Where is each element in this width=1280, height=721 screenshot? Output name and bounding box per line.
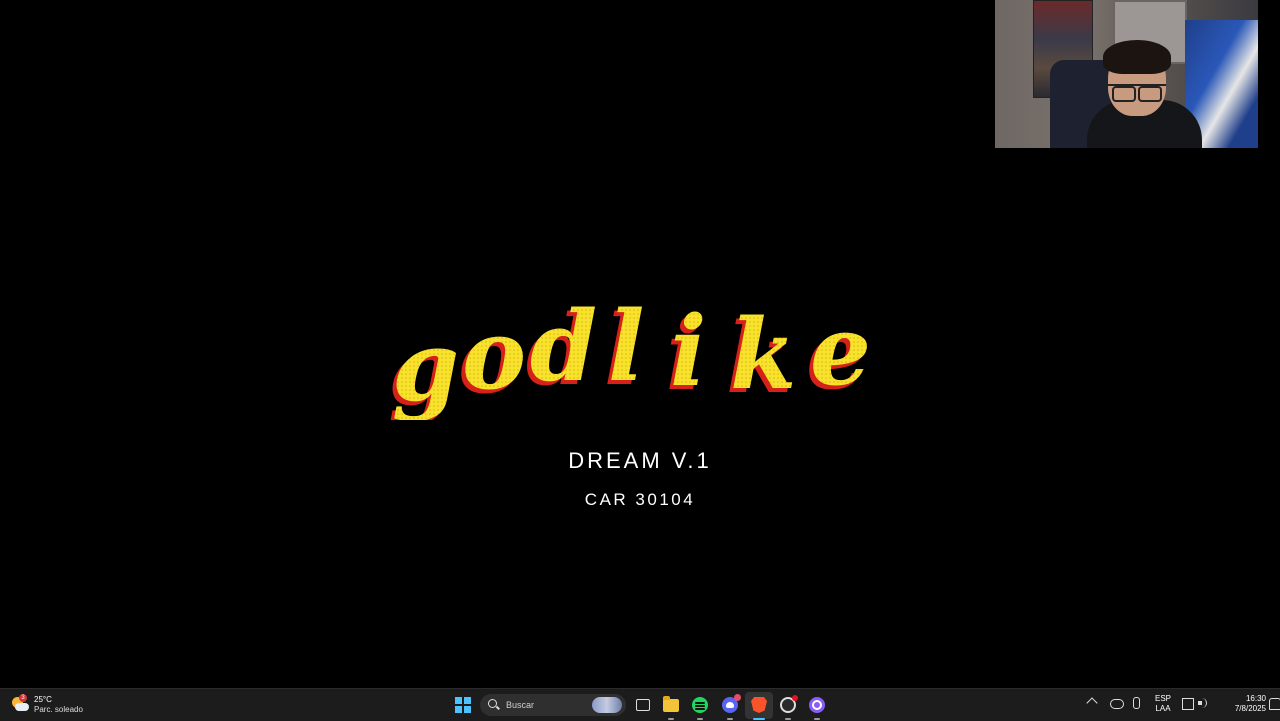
dream-title: DREAM V.1 xyxy=(568,448,712,473)
taskbar: 3 25°C Parc. soleado Buscar ESP LAA 16:3 xyxy=(0,688,1280,721)
weather-desc: Parc. soleado xyxy=(34,705,83,714)
search-box[interactable]: Buscar xyxy=(480,694,626,716)
lang-line1: ESP xyxy=(1154,694,1171,703)
lang-line2: LAA xyxy=(1155,704,1171,713)
cloud-icon[interactable] xyxy=(1110,699,1124,709)
network-icon[interactable] xyxy=(1182,698,1194,710)
clock-date: 7/8/2025 xyxy=(1234,704,1266,713)
windows-start-icon[interactable] xyxy=(455,697,471,713)
microphone-icon[interactable] xyxy=(1133,697,1140,709)
clock[interactable]: 16:30 7/8/2025 xyxy=(1214,694,1266,714)
logo-letter: i xyxy=(670,300,706,408)
obs-icon[interactable] xyxy=(780,695,798,713)
logo-letter: l xyxy=(608,300,644,403)
weather-widget[interactable]: 3 25°C Parc. soleado xyxy=(12,693,83,717)
weather-temp: 25°C xyxy=(34,695,52,704)
logo-letter: d xyxy=(530,300,597,403)
search-icon xyxy=(488,699,500,711)
stream-canvas: ggooddlliikkee DREAM V.1 CAR 30104 xyxy=(0,0,1280,688)
logo-letter: e xyxy=(810,300,871,407)
logo-letter: o xyxy=(462,300,526,411)
circle-app-icon[interactable] xyxy=(809,697,825,713)
task-view-icon[interactable] xyxy=(635,697,651,713)
weather-badge: 3 xyxy=(19,694,27,702)
webcam-overlay xyxy=(995,0,1258,148)
clock-time: 16:30 xyxy=(1245,694,1266,703)
volume-icon[interactable] xyxy=(1198,698,1208,708)
notification-icon[interactable] xyxy=(1269,698,1280,710)
language-indicator[interactable]: ESP LAA xyxy=(1153,694,1173,714)
logo-letter: k xyxy=(730,300,797,411)
godlike-logo: ggooddlliikkee xyxy=(380,290,900,427)
discord-icon[interactable] xyxy=(722,694,741,713)
partly-sunny-icon: 3 xyxy=(12,694,30,713)
car-code: CAR 30104 xyxy=(584,490,696,509)
spotify-icon[interactable] xyxy=(692,697,708,713)
brave-icon[interactable] xyxy=(751,697,767,713)
search-placeholder: Buscar xyxy=(506,700,535,710)
search-highlight-icon xyxy=(592,697,622,713)
folder-icon[interactable] xyxy=(663,696,679,712)
logo-letter: g xyxy=(392,310,459,420)
chevron-up-icon[interactable] xyxy=(1086,697,1098,709)
